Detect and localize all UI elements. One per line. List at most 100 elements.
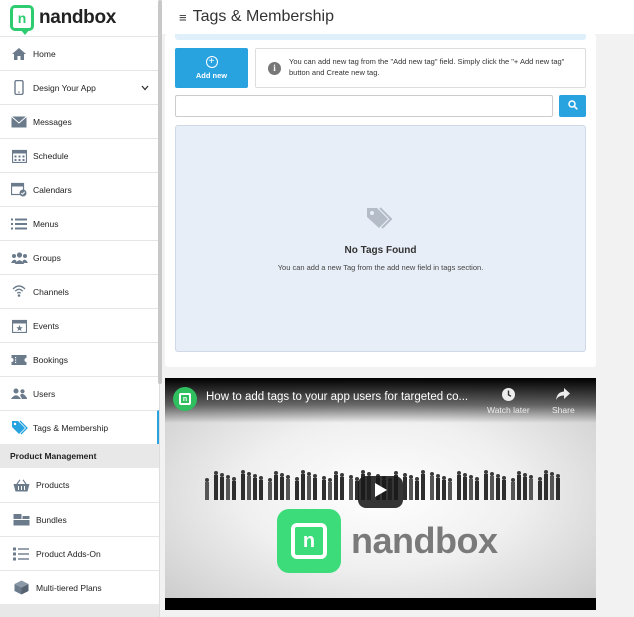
channel-avatar[interactable]: n [173,387,197,411]
crowd-figure [469,475,473,500]
sidebar-item-design-your-app[interactable]: Design Your App [0,70,159,104]
watch-later-label: Watch later [487,405,530,415]
crowd-figure [301,470,305,500]
crowd-figure [286,475,290,500]
sidebar-item-label: Products [36,480,70,490]
sidebar-item-label: Messages [33,116,72,127]
video-brand: n nandbox [277,508,498,574]
crowd-figure [436,474,440,500]
crowd-figure [538,477,542,500]
crowd-figure [253,474,257,500]
crowd-figure [313,474,317,500]
crowd-figure [328,478,332,500]
crowd-figure [268,478,272,500]
section-header-partial [0,604,159,617]
crowd-figure [280,473,284,500]
sidebar-item-tags-membership[interactable]: Tags & Membership [0,410,159,444]
sidebar-item-calendars[interactable]: Calendars [0,172,159,206]
calendar-grid-icon [10,148,28,164]
crowd-figure [496,474,500,500]
sidebar-item-product-adds-on[interactable]: Product Adds-On [0,536,159,570]
sidebar-item-groups[interactable]: Groups [0,240,159,274]
box-icon [12,580,30,596]
info-text: You can add new tag from the "Add new ta… [289,57,565,77]
section-header-product-management: Product Management [0,444,159,468]
share-arrow-icon [555,386,571,402]
search-input[interactable] [175,95,553,117]
tags-icon [10,420,28,436]
tags-card: + Add new i You can add new tag from the… [165,34,596,367]
crowd-figure [226,475,230,500]
empty-state: No Tags Found You can add a new Tag from… [175,125,586,352]
plus-circle-icon: + [205,56,218,68]
calendar-check-icon [10,182,28,198]
sidebar-item-bundles[interactable]: Bundles [0,502,159,536]
sidebar-item-label: Channels [33,286,69,297]
card-top-strip [175,34,586,40]
basket-icon [12,477,30,493]
crowd-figure [448,478,452,500]
add-new-label: Add new [195,71,228,80]
sidebar-item-channels[interactable]: Channels [0,274,159,308]
crowd-figure [349,475,353,500]
video-player[interactable]: n How to add tags to your app users for … [165,378,596,610]
logo[interactable]: n nandbox [0,0,159,36]
sidebar-item-home[interactable]: Home [0,36,159,70]
watch-later-button[interactable]: Watch later [487,386,530,415]
chevron-down-icon[interactable] [141,83,149,93]
sidebar-item-products[interactable]: Products [0,468,159,502]
phone-icon [10,80,28,96]
sidebar-item-menus[interactable]: Menus [0,206,159,240]
share-label: Share [552,405,575,415]
play-button[interactable] [358,476,403,508]
calendar-star-icon [10,318,28,334]
crowd-figure [232,477,236,500]
logo-text: nandbox [39,7,117,28]
video-title[interactable]: How to add tags to your app users for ta… [206,391,481,403]
crowd-figure [409,475,413,500]
sidebar-item-label: Multi-tiered Plans [36,582,102,593]
sidebar: n nandbox Home Design Your App Messages … [0,0,160,617]
crowd-figure [259,476,263,500]
crowd-figure [523,473,527,500]
crowd-figure [220,473,224,500]
list-icon [10,216,28,232]
search-button[interactable] [559,95,586,117]
crowd-figure [517,471,521,500]
crowd-figure [295,477,299,500]
crowd-figure [484,470,488,500]
sidebar-item-schedule[interactable]: Schedule [0,138,159,172]
home-icon [10,46,28,62]
crowd-figure [457,471,461,500]
share-button[interactable]: Share [552,386,575,415]
sidebar-scrollbar[interactable] [158,0,162,384]
hamburger-menu-icon[interactable]: ≡ [179,10,187,25]
crowd-figure [205,478,209,500]
sidebar-item-messages[interactable]: Messages [0,104,159,138]
topbar: ≡ Tags & Membership [162,0,634,34]
crowd-figure [241,470,245,500]
crowd-figure [322,476,326,500]
addon-list-icon [12,546,30,562]
crowd-figure [334,471,338,500]
nandbox-channel-icon: n [179,393,191,405]
sidebar-item-events[interactable]: Events [0,308,159,342]
sidebar-item-label: Groups [33,252,61,263]
info-box: i You can add new tag from the "Add new … [255,48,586,88]
clock-icon [501,386,516,402]
sidebar-item-label: Design Your App [33,82,96,93]
sidebar-item-multi-tiered-plans[interactable]: Multi-tiered Plans [0,570,159,604]
sidebar-item-bookings[interactable]: Bookings [0,342,159,376]
sidebar-item-label: Tags & Membership [33,422,109,433]
sidebar-item-label: Schedule [33,150,69,161]
sidebar-item-label: Users [33,388,56,399]
crowd-figure [490,472,494,500]
empty-subtitle: You can add a new Tag from the add new f… [277,262,484,272]
play-icon [374,482,388,503]
add-new-tag-button[interactable]: + Add new [175,48,248,88]
brand-text: nandbox [351,520,498,561]
crowd-figure [340,473,344,500]
video-bottom-bar [165,598,596,610]
sidebar-item-users[interactable]: Users [0,376,159,410]
envelope-icon [10,114,28,130]
